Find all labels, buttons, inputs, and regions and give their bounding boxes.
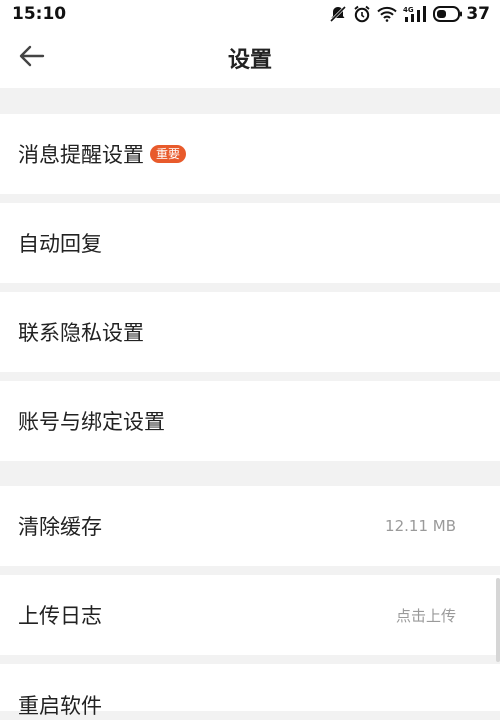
status-time: 15:10	[12, 4, 67, 24]
signal-4g-icon: 4G	[403, 5, 427, 23]
settings-item-label: 清除缓存	[18, 515, 102, 539]
scroll-handle[interactable]	[496, 578, 500, 662]
settings-item-auto-reply[interactable]: 自动回复	[0, 203, 500, 283]
wifi-icon	[377, 6, 398, 22]
settings-item-label: 账号与绑定设置	[18, 410, 165, 434]
settings-item-account-binding[interactable]: 账号与绑定设置	[0, 381, 500, 461]
status-bar: 15:10 4G 37	[0, 0, 500, 28]
page-title: 设置	[227, 48, 272, 73]
settings-item-label: 上传日志	[18, 604, 102, 628]
settings-item-label: 重启软件	[18, 694, 102, 718]
svg-text:4G: 4G	[403, 6, 414, 14]
settings-item-clear-cache[interactable]: 清除缓存 12.11 MB	[0, 486, 500, 566]
arrow-left-icon	[19, 45, 45, 71]
mute-icon	[329, 5, 347, 23]
settings-item-label: 自动回复	[18, 232, 102, 256]
settings-item-restart-app[interactable]: 重启软件	[0, 664, 500, 718]
settings-item-notifications[interactable]: 消息提醒设置 重要	[0, 114, 500, 194]
status-icons: 4G 37	[329, 4, 490, 24]
cache-size-value: 12.11 MB	[385, 517, 456, 535]
app-header: 设置	[0, 28, 500, 88]
settings-item-label: 联系隐私设置	[18, 321, 144, 345]
settings-item-label: 消息提醒设置	[18, 143, 144, 167]
important-badge: 重要	[150, 145, 187, 163]
back-button[interactable]	[12, 40, 52, 76]
battery-indicator: 37	[433, 4, 490, 24]
settings-item-contact-privacy[interactable]: 联系隐私设置	[0, 292, 500, 372]
battery-icon	[433, 6, 463, 22]
upload-log-hint: 点击上传	[395, 606, 456, 625]
battery-percent: 37	[466, 4, 490, 24]
settings-item-upload-log[interactable]: 上传日志 点击上传	[0, 575, 500, 655]
alarm-icon	[353, 5, 371, 23]
